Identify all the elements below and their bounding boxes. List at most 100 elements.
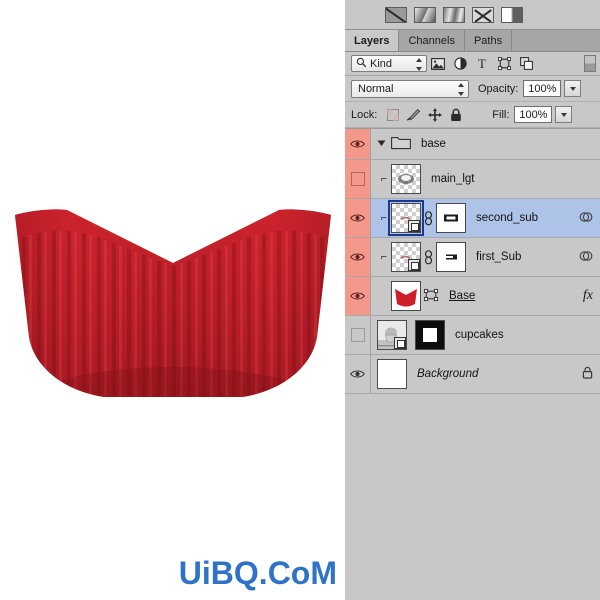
layer-thumbnail-first-sub[interactable]: [391, 242, 421, 272]
clipping-mask-indicator-icon[interactable]: [579, 210, 593, 227]
fill-input[interactable]: 100%: [514, 106, 553, 123]
layer-name-first-sub[interactable]: first_Sub: [476, 251, 521, 263]
document-canvas[interactable]: UiBQ.CoM: [0, 0, 345, 600]
gradient-preset-5[interactable]: [501, 6, 523, 23]
visibility-toggle-second-sub[interactable]: [345, 199, 371, 237]
clipping-indent-arrow-icon: ⌐: [380, 251, 388, 263]
layer-row-background[interactable]: Background: [345, 355, 600, 394]
visibility-toggle-cupcakes[interactable]: [345, 316, 371, 354]
gradient-preset-4[interactable]: [472, 6, 494, 23]
layer-thumbnail-base-shape[interactable]: [391, 281, 421, 311]
layer-name-background[interactable]: Background: [417, 368, 478, 380]
gradient-preset-2[interactable]: [414, 6, 436, 23]
opacity-input[interactable]: 100%: [523, 80, 562, 97]
layer-row-second-sub[interactable]: ⌐ second_sub: [345, 199, 600, 238]
layer-body-first-sub[interactable]: ⌐ first_Sub: [371, 238, 600, 276]
layer-thumbnail-second-sub[interactable]: [388, 200, 424, 236]
layer-name-base-group[interactable]: base: [421, 138, 446, 150]
adjustment-layer-filter-icon[interactable]: [449, 57, 471, 70]
layer-effects-fx-icon[interactable]: fx: [583, 288, 593, 304]
layer-mask-thumbnail-second-sub[interactable]: [436, 203, 466, 233]
clipping-indent-arrow-icon: ⌐: [380, 212, 388, 224]
layer-body-background[interactable]: Background: [371, 355, 600, 393]
wrapper-pleats: [22, 231, 324, 397]
lock-all-icon[interactable]: [445, 108, 466, 122]
filter-enable-toggle[interactable]: [584, 55, 596, 72]
layer-mask-thumbnail-cupcakes[interactable]: [415, 320, 445, 350]
layer-name-cupcakes[interactable]: cupcakes: [455, 329, 504, 341]
lock-position-icon[interactable]: [424, 107, 445, 122]
blend-mode-bar[interactable]: Normal Opacity: 100%: [345, 76, 600, 102]
type-layer-filter-icon[interactable]: T: [471, 57, 493, 70]
visibility-toggle-background[interactable]: [345, 355, 371, 393]
layer-body-base-group[interactable]: base: [371, 129, 600, 159]
layer-name-main-lgt[interactable]: main_lgt: [431, 173, 474, 185]
layer-row-main-lgt[interactable]: ⌐ main_lgt: [345, 160, 600, 199]
pixel-layer-filter-icon[interactable]: [427, 57, 449, 70]
blend-mode-select[interactable]: Normal: [351, 79, 469, 98]
visibility-toggle-base-group[interactable]: [345, 129, 371, 159]
smart-object-badge-icon: [408, 220, 420, 232]
layer-body-second-sub[interactable]: ⌐ second_sub: [371, 199, 600, 237]
layer-row-indicators-background: [582, 366, 593, 382]
gradient-preset-3[interactable]: [443, 6, 465, 23]
lock-image-pixels-icon[interactable]: [403, 108, 424, 121]
layer-row-base-group[interactable]: base: [345, 129, 600, 160]
screenshot-root: UiBQ.CoM Layers Channels Paths Kind T No…: [0, 0, 600, 600]
layer-row-base-shape[interactable]: Base fx: [345, 277, 600, 316]
layer-thumbnail-main-lgt[interactable]: [391, 164, 421, 194]
lock-bar[interactable]: Lock: Fill: 100%: [345, 102, 600, 128]
layer-filter-bar[interactable]: Kind T: [345, 52, 600, 76]
gradient-preset-1[interactable]: [385, 6, 407, 23]
blend-mode-value: Normal: [358, 82, 394, 95]
eye-off-icon: [350, 328, 365, 342]
fill-dropdown-button[interactable]: [555, 106, 573, 123]
clipping-mask-indicator-icon[interactable]: [579, 249, 593, 266]
opacity-dropdown-button[interactable]: [564, 80, 582, 97]
layer-row-first-sub[interactable]: ⌐ first_Sub: [345, 238, 600, 277]
layer-row-cupcakes[interactable]: cupcakes: [345, 316, 600, 355]
filter-kind-stepper[interactable]: [415, 58, 422, 71]
layer-body-cupcakes[interactable]: cupcakes: [371, 316, 600, 354]
eye-icon: [350, 370, 365, 378]
panel-tab-bar[interactable]: Layers Channels Paths: [345, 30, 600, 52]
blend-mode-stepper[interactable]: [457, 82, 464, 96]
layer-mask-link-icon[interactable]: [422, 210, 435, 226]
layers-panel: Layers Channels Paths Kind T Normal Opac…: [345, 0, 600, 600]
lock-transparent-pixels-icon[interactable]: [382, 108, 403, 121]
filter-kind-select[interactable]: Kind: [351, 55, 427, 72]
vector-mask-badge-icon[interactable]: [423, 287, 439, 306]
layer-name-base-shape[interactable]: Base: [449, 290, 475, 302]
layers-list[interactable]: base ⌐ main_lgt ⌐ second_sub ⌐ first_Sub…: [345, 128, 600, 394]
layer-name-second-sub[interactable]: second_sub: [476, 212, 538, 224]
layer-body-main-lgt[interactable]: ⌐ main_lgt: [371, 160, 600, 198]
visibility-toggle-base-shape[interactable]: [345, 277, 371, 315]
tab-bar-filler: [512, 30, 600, 51]
visibility-toggle-first-sub[interactable]: [345, 238, 371, 276]
visibility-toggle-main-lgt[interactable]: [345, 160, 371, 198]
watermark-text: UiBQ.CoM: [178, 555, 337, 591]
smart-object-filter-icon[interactable]: [515, 57, 537, 70]
filter-kind-label: Kind: [370, 57, 393, 70]
folder-icon: [391, 135, 411, 153]
layer-thumbnail-cupcakes[interactable]: [377, 320, 407, 350]
layer-row-indicators-second-sub: [579, 210, 593, 227]
artwork-svg: [15, 209, 331, 397]
layer-mask-thumbnail-first-sub[interactable]: [436, 242, 466, 272]
lock-all-icon[interactable]: [582, 366, 593, 382]
group-disclosure-triangle-icon[interactable]: [377, 138, 386, 150]
tab-paths[interactable]: Paths: [464, 30, 513, 51]
layer-thumbnail-background[interactable]: [377, 359, 407, 389]
gradient-preset-strip[interactable]: [345, 0, 600, 30]
opacity-label: Opacity:: [478, 82, 519, 95]
eye-off-icon: [350, 172, 365, 186]
layer-row-indicators-first-sub: [579, 249, 593, 266]
layer-row-indicators-base-shape: fx: [583, 288, 593, 304]
shape-layer-filter-icon[interactable]: [493, 57, 515, 70]
smart-object-badge-icon: [408, 259, 420, 271]
layer-mask-link-icon[interactable]: [422, 249, 435, 265]
layer-body-base-shape[interactable]: Base fx: [371, 277, 600, 315]
tab-channels[interactable]: Channels: [399, 30, 465, 51]
tab-layers[interactable]: Layers: [345, 30, 400, 51]
smart-object-badge-icon: [394, 337, 406, 349]
